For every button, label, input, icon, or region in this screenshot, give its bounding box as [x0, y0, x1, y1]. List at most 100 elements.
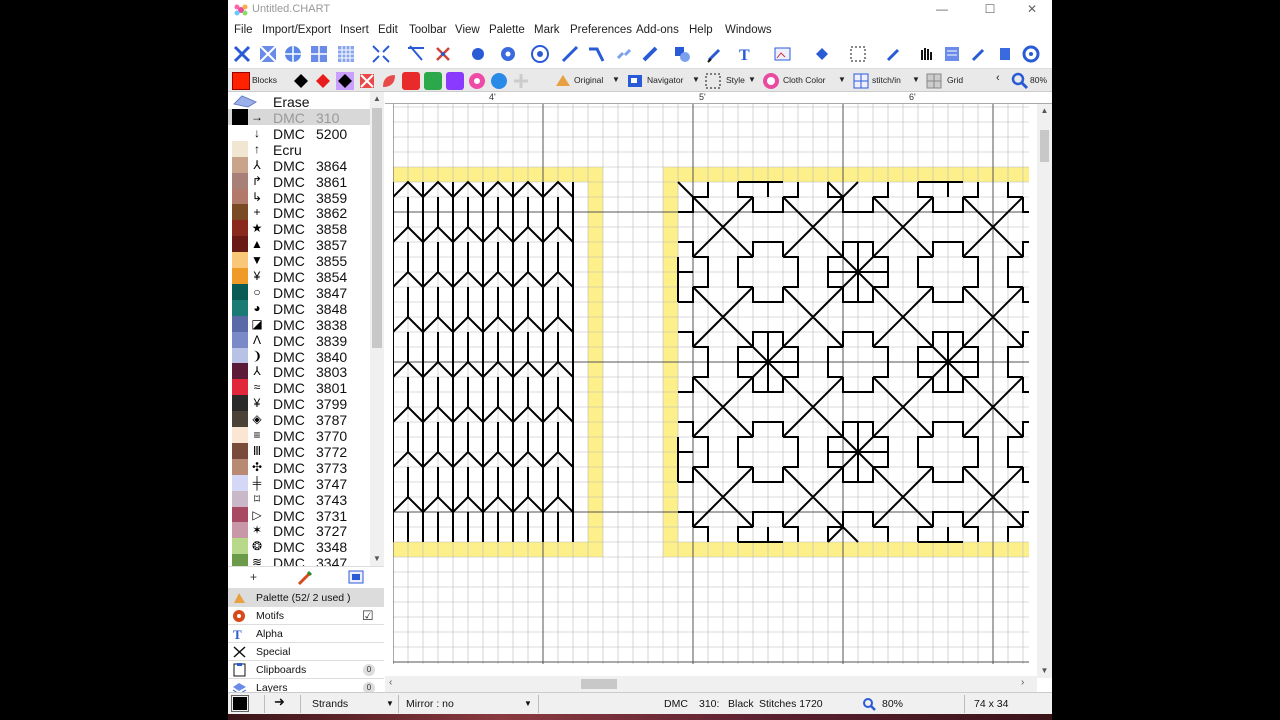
block-green-icon[interactable] [424, 72, 442, 90]
hand-pan-icon[interactable] [916, 44, 936, 64]
navigator-label[interactable]: Navigator [647, 75, 683, 85]
settings-gear-icon[interactable] [1021, 44, 1041, 64]
canvas-vertical-scrollbar[interactable]: ▲ ▼ [1037, 104, 1052, 678]
link-tool-icon[interactable] [614, 44, 634, 64]
grid-fine-icon[interactable] [336, 44, 356, 64]
grid-small-icon[interactable] [309, 44, 329, 64]
palette-item[interactable]: ▲ DMC 3857 [228, 236, 370, 253]
backstitch-icon[interactable] [433, 44, 453, 64]
vscroll-up-icon[interactable]: ▲ [1037, 104, 1052, 118]
palette-item[interactable]: ❂ DMC 3348 [228, 538, 370, 555]
chart-settings-icon[interactable] [942, 44, 962, 64]
block-purple-icon[interactable] [446, 72, 464, 90]
select-grid-icon[interactable] [258, 44, 278, 64]
palette-window-icon[interactable] [348, 569, 364, 585]
menu-insert[interactable]: Insert [340, 24, 369, 36]
full-stitch-tool-icon[interactable] [232, 44, 252, 64]
cloth-color-icon[interactable] [762, 72, 780, 90]
quarter-stitch-icon[interactable] [371, 44, 391, 64]
canvas-horizontal-scrollbar[interactable]: ‹ › [385, 676, 1037, 692]
scroll-up-icon[interactable]: ▲ [370, 92, 384, 106]
vscroll-down-icon[interactable]: ▼ [1037, 664, 1052, 678]
panel-tab-clipboards[interactable]: Clipboards 0 [228, 660, 384, 678]
strands-dropdown-icon[interactable]: ▼ [386, 699, 394, 708]
palette-item[interactable]: ○ DMC 3847 [228, 283, 370, 301]
palette-item[interactable]: ↳ DMC 3859 [228, 188, 370, 206]
cross-variant-icon[interactable] [406, 44, 426, 64]
palette-item[interactable]: ≡ DMC 3770 [228, 427, 370, 444]
fill-tool-icon[interactable] [812, 44, 832, 64]
palette-item[interactable]: ▼ DMC 3855 [228, 252, 370, 269]
grid-label[interactable]: Grid [947, 75, 963, 85]
palette-item[interactable]: ✣ DMC 3773 [228, 458, 370, 476]
add-color-button[interactable]: + [250, 570, 257, 584]
stitch-in-icon[interactable] [852, 72, 870, 90]
palette-item[interactable]: ↓ DMC 5200 [228, 124, 370, 142]
palette-item[interactable]: ⅄ DMC 3864 [228, 156, 370, 174]
diamond-black-icon[interactable] [292, 72, 310, 90]
palette-item[interactable]: ╪ DMC 3747 [228, 474, 370, 492]
strands-label[interactable]: Strands [312, 698, 348, 710]
palette-item[interactable]: ★ DMC 3858 [228, 220, 370, 237]
palette-item[interactable]: ✶ DMC 3727 [228, 522, 370, 539]
original-view-icon[interactable] [554, 72, 572, 90]
palette-item[interactable]: ▷ DMC 3731 [228, 506, 370, 524]
globe-icon[interactable] [283, 44, 303, 64]
menu-mark[interactable]: Mark [534, 24, 560, 36]
hscroll-left-icon[interactable]: ‹ [389, 677, 392, 688]
menu-file[interactable]: File [234, 24, 253, 36]
polyline-tool-icon[interactable] [586, 44, 606, 64]
panel-tab-special[interactable]: Special [228, 642, 384, 660]
stitch-chart-grid[interactable] [393, 104, 1029, 664]
palette-item[interactable]: ¥ DMC 3854 [228, 268, 370, 285]
palette-item[interactable]: ◕ DMC 3848 [228, 299, 370, 317]
magic-wand-icon[interactable] [884, 44, 904, 64]
palette-item[interactable]: ¥ DMC 3799 [228, 395, 370, 412]
current-color-swatch[interactable] [231, 695, 249, 712]
diamond-selected-icon[interactable] [336, 72, 354, 90]
palette-item[interactable]: Ⅲ DMC 3772 [228, 442, 370, 460]
original-dropdown-icon[interactable]: ▼ [612, 75, 620, 84]
panel-tab-alpha[interactable]: T Alpha [228, 624, 384, 642]
palette-item[interactable]: ⌑ DMC 3743 [228, 490, 370, 508]
hscroll-right-icon[interactable]: › [1021, 677, 1024, 688]
close-button[interactable]: ✕ [1012, 0, 1052, 20]
palette-item[interactable]: ≋ DMC 3347 [228, 554, 370, 566]
navigator-icon[interactable] [626, 72, 644, 90]
pencil-tool-icon[interactable] [640, 44, 660, 64]
menu-toolbar[interactable]: Toolbar [409, 24, 447, 36]
palette-erase-row[interactable]: Erase [228, 93, 370, 110]
menu-preferences[interactable]: Preferences [570, 24, 632, 36]
status-zoom-icon[interactable] [862, 697, 876, 711]
palette-item[interactable]: ↱ DMC 3861 [228, 172, 370, 190]
zoom-icon[interactable] [1011, 72, 1029, 90]
stitch-in-dropdown-icon[interactable]: ▼ [912, 75, 920, 84]
stitch-direction-icon[interactable]: ➜ [274, 694, 285, 710]
palette-scrollbar[interactable]: ▲ ▼ [370, 92, 384, 566]
block-red-icon[interactable] [402, 72, 420, 90]
cross-red-icon[interactable] [358, 72, 376, 90]
scroll-down-icon[interactable]: ▼ [370, 552, 384, 566]
canvas-hscroll-thumb[interactable] [581, 679, 617, 689]
minimize-button[interactable]: — [922, 0, 962, 20]
mirror-status[interactable]: Mirror : no [406, 698, 454, 710]
shape-tool-icon[interactable] [672, 44, 692, 64]
palette-item[interactable]: ◪ DMC 3838 [228, 315, 370, 333]
palette-item[interactable]: + DMC 3862 [228, 204, 370, 221]
mirror-dropdown-icon[interactable]: ▼ [524, 699, 532, 708]
palette-item[interactable]: ❩ DMC 3840 [228, 347, 370, 365]
diamond-red-icon[interactable] [314, 72, 332, 90]
style-icon[interactable] [704, 72, 722, 90]
select-rect-icon[interactable] [848, 44, 868, 64]
plus-grey-icon[interactable] [512, 72, 530, 90]
style-label[interactable]: Style [726, 75, 745, 85]
cloth-color-dropdown-icon[interactable]: ▼ [838, 75, 846, 84]
menu-windows[interactable]: Windows [725, 24, 772, 36]
eyedropper-icon[interactable] [969, 44, 989, 64]
line-tool-icon[interactable] [560, 44, 580, 64]
bead-icon[interactable] [498, 44, 518, 64]
stitch-in-label[interactable]: stitch/in [872, 75, 901, 85]
french-knot-icon[interactable] [468, 44, 488, 64]
menu-view[interactable]: View [455, 24, 480, 36]
image-import-icon[interactable] [773, 44, 793, 64]
